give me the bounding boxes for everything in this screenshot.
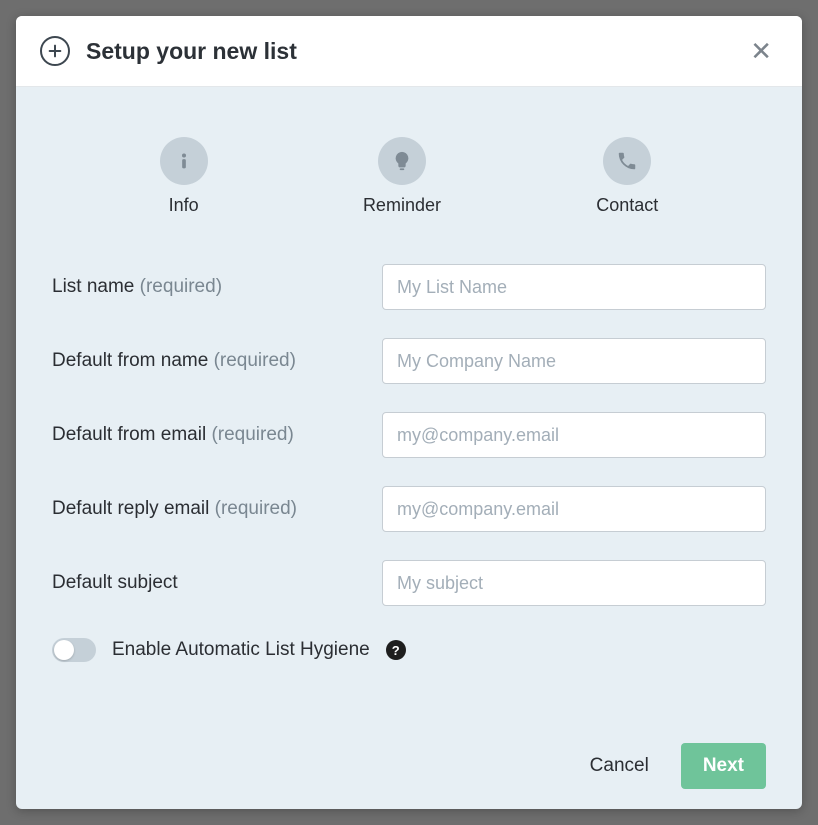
row-list-name: List name (required) <box>52 264 766 310</box>
modal-body: Info Reminder Contact List name (require… <box>16 87 802 809</box>
step-label: Contact <box>596 195 658 216</box>
label-list-name: List name (required) <box>52 276 382 298</box>
label-subject: Default subject <box>52 572 382 594</box>
modal-footer: Cancel Next <box>52 723 766 789</box>
step-label: Reminder <box>363 195 441 216</box>
hygiene-label: Enable Automatic List Hygiene <box>112 639 370 661</box>
modal-header: Setup your new list ✕ <box>16 16 802 87</box>
list-name-input[interactable] <box>382 264 766 310</box>
step-contact[interactable]: Contact <box>596 137 658 216</box>
label-from-name: Default from name (required) <box>52 350 382 372</box>
info-icon <box>160 137 208 185</box>
step-label: Info <box>160 195 208 216</box>
next-button[interactable]: Next <box>681 743 766 789</box>
modal-title: Setup your new list <box>86 38 744 65</box>
from-email-input[interactable] <box>382 412 766 458</box>
label-reply-email: Default reply email (required) <box>52 498 382 520</box>
step-info[interactable]: Info <box>160 137 208 216</box>
hygiene-toggle[interactable] <box>52 638 96 662</box>
wizard-steps: Info Reminder Contact <box>82 137 736 216</box>
row-reply-email: Default reply email (required) <box>52 486 766 532</box>
toggle-knob <box>54 640 74 660</box>
phone-icon <box>603 137 651 185</box>
help-icon[interactable]: ? <box>386 640 406 660</box>
reply-email-input[interactable] <box>382 486 766 532</box>
row-from-email: Default from email (required) <box>52 412 766 458</box>
label-from-email: Default from email (required) <box>52 424 382 446</box>
close-icon[interactable]: ✕ <box>744 34 778 68</box>
row-from-name: Default from name (required) <box>52 338 766 384</box>
row-subject: Default subject <box>52 560 766 606</box>
cancel-button[interactable]: Cancel <box>582 745 657 787</box>
lightbulb-icon <box>378 137 426 185</box>
step-reminder[interactable]: Reminder <box>363 137 441 216</box>
subject-input[interactable] <box>382 560 766 606</box>
from-name-input[interactable] <box>382 338 766 384</box>
plus-circle-icon <box>40 36 70 66</box>
setup-list-modal: Setup your new list ✕ Info Reminder C <box>16 16 802 809</box>
row-list-hygiene: Enable Automatic List Hygiene ? <box>52 638 766 662</box>
